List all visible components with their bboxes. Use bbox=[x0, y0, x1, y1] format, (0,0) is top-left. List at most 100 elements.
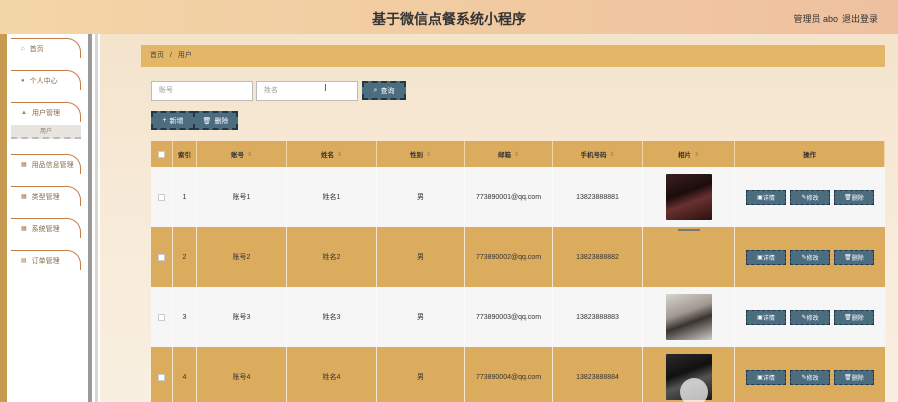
cell-phone: 13823888881 bbox=[553, 167, 643, 227]
logout-link[interactable]: 退出登录 bbox=[842, 12, 878, 25]
delete-button[interactable]: 🗑 删除 bbox=[834, 309, 874, 325]
detail-button[interactable]: ▣ 详情 bbox=[746, 249, 786, 265]
select-all-checkbox[interactable] bbox=[151, 141, 173, 167]
detail-button[interactable]: ▣ 详情 bbox=[746, 369, 786, 385]
cell-email: 773890003@qq.com bbox=[465, 287, 553, 347]
sidebar-item-label: 首页 bbox=[29, 45, 44, 53]
edit-label: 修改 bbox=[806, 255, 819, 262]
col-phone-label: 手机号码 bbox=[580, 152, 607, 159]
sidebar-item-order-management[interactable]: ▤ 订单管理 bbox=[11, 250, 81, 270]
col-phone[interactable]: 手机号码 ⇕ bbox=[553, 141, 643, 167]
sort-icon: ⇕ bbox=[513, 151, 520, 158]
sort-icon: ⇕ bbox=[425, 151, 432, 158]
cell-phone: 13823888883 bbox=[553, 287, 643, 347]
edit-button[interactable]: ✎ 修改 bbox=[790, 369, 830, 385]
sidebar-item-label: 系统管理 bbox=[31, 225, 60, 233]
cell-gender: 男 bbox=[377, 227, 465, 287]
sidebar-item-label: 用品信息管理 bbox=[31, 161, 74, 169]
sidebar-item-user-management[interactable]: ▲ 用户管理 bbox=[11, 102, 81, 122]
users-icon: ▲ bbox=[21, 109, 27, 116]
name-search-input[interactable]: 姓名 bbox=[256, 81, 358, 101]
detail-button[interactable]: ▣ 详情 bbox=[746, 309, 786, 325]
sidebar-item-label: 类型管理 bbox=[31, 193, 60, 201]
cell-account: 账号1 bbox=[197, 167, 287, 227]
col-name-label: 姓名 bbox=[320, 152, 334, 159]
table-row: 4 账号4 姓名4 男 773890004@qq.com 13823888884… bbox=[151, 347, 885, 402]
bulk-delete-button[interactable]: 🗑 删除 bbox=[193, 111, 238, 130]
table-header-row: 索引 账号 ⇕ 姓名 ⇕ 性别 ⇕ 邮箱 ⇕ 手机号码 ⇕ 相片 ⇕ 操作 bbox=[151, 141, 885, 167]
breadcrumb-home[interactable]: 首页 bbox=[150, 52, 164, 59]
delete-button[interactable]: 🗑 删除 bbox=[834, 249, 874, 265]
cell-index: 3 bbox=[173, 287, 197, 347]
account-search-input[interactable]: 账号 bbox=[151, 81, 253, 101]
col-account[interactable]: 账号 ⇕ bbox=[197, 141, 287, 167]
sidebar-item-personal-center[interactable]: ● 个人中心 bbox=[11, 70, 81, 90]
sidebar-scrollbar[interactable] bbox=[95, 34, 98, 402]
sidebar-accent-bar bbox=[0, 34, 7, 402]
current-user: 管理员 abo bbox=[793, 14, 838, 24]
top-bar: 基于微信点餐系统小程序 管理员 abo 退出登录 bbox=[0, 0, 898, 34]
delete-button[interactable]: 🗑 删除 bbox=[834, 369, 874, 385]
cell-name: 姓名4 bbox=[287, 347, 377, 402]
detail-label: 详情 bbox=[762, 195, 775, 202]
main-content: 首页 / 用户 账号 姓名 I ⌕ 查询 + 新增 🗑 删除 索引 账号 ⇕ 姓名… bbox=[108, 34, 898, 402]
cell-photo bbox=[643, 227, 735, 287]
cell-phone: 13823888882 bbox=[553, 227, 643, 287]
plus-icon: + bbox=[162, 117, 167, 124]
cell-actions: ▣ 详情 ✎ 修改 🗑 删除 bbox=[735, 287, 885, 347]
sidebar-item-label: 订单管理 bbox=[31, 257, 60, 265]
sidebar-item-label: 个人中心 bbox=[29, 77, 58, 85]
edit-label: 修改 bbox=[806, 195, 819, 202]
cell-account: 账号4 bbox=[197, 347, 287, 402]
row-checkbox[interactable] bbox=[151, 167, 173, 227]
sort-icon: ⇕ bbox=[246, 151, 253, 158]
text-cursor-icon: I bbox=[324, 83, 327, 94]
cell-actions: ▣ 详情 ✎ 修改 🗑 删除 bbox=[735, 167, 885, 227]
query-button[interactable]: ⌕ 查询 bbox=[362, 81, 406, 100]
col-photo[interactable]: 相片 ⇕ bbox=[643, 141, 735, 167]
edit-button[interactable]: ✎ 修改 bbox=[790, 189, 830, 205]
sidebar-item-home[interactable]: ⌂ 首页 bbox=[11, 38, 81, 58]
cell-index: 4 bbox=[173, 347, 197, 402]
col-actions: 操作 bbox=[735, 141, 885, 167]
cell-gender: 男 bbox=[377, 167, 465, 227]
row-checkbox[interactable] bbox=[151, 347, 173, 402]
order-icon: ▤ bbox=[21, 258, 27, 264]
app-title: 基于微信点餐系统小程序 bbox=[372, 11, 526, 27]
cell-phone: 13823888884 bbox=[553, 347, 643, 402]
sidebar-subitem-user[interactable]: 用户 bbox=[11, 125, 81, 139]
col-gender-label: 性别 bbox=[409, 152, 423, 159]
cell-index: 1 bbox=[173, 167, 197, 227]
person-icon: ● bbox=[21, 77, 25, 84]
bulk-delete-button-label: 删除 bbox=[214, 117, 229, 125]
edit-button[interactable]: ✎ 修改 bbox=[790, 249, 830, 265]
edit-label: 修改 bbox=[806, 375, 819, 382]
row-checkbox[interactable] bbox=[151, 287, 173, 347]
add-button-label: 新增 bbox=[169, 117, 184, 125]
sidebar-item-system-management[interactable]: ▦ 系统管理 bbox=[11, 218, 81, 238]
cell-index: 2 bbox=[173, 227, 197, 287]
sidebar-divider bbox=[88, 34, 92, 402]
trash-icon: 🗑 bbox=[844, 314, 852, 321]
add-button[interactable]: + 新增 bbox=[151, 111, 195, 130]
col-gender[interactable]: 性别 ⇕ bbox=[377, 141, 465, 167]
trash-icon: 🗑 bbox=[202, 117, 212, 125]
delete-label: 删除 bbox=[851, 315, 864, 322]
edit-button[interactable]: ✎ 修改 bbox=[790, 309, 830, 325]
col-name[interactable]: 姓名 ⇕ bbox=[287, 141, 377, 167]
col-email[interactable]: 邮箱 ⇕ bbox=[465, 141, 553, 167]
user-photo[interactable] bbox=[665, 294, 712, 340]
user-photo[interactable] bbox=[665, 174, 712, 220]
col-index: 索引 bbox=[173, 141, 197, 167]
sidebar-item-goods-management[interactable]: ▦ 用品信息管理 bbox=[11, 154, 81, 174]
sidebar-item-type-management[interactable]: ▦ 类型管理 bbox=[11, 186, 81, 206]
edit-label: 修改 bbox=[806, 315, 819, 322]
cell-name: 姓名1 bbox=[287, 167, 377, 227]
watermark-play-icon bbox=[680, 378, 708, 402]
delete-button[interactable]: 🗑 删除 bbox=[834, 189, 874, 205]
col-email-label: 邮箱 bbox=[497, 152, 511, 159]
cell-photo bbox=[643, 167, 735, 227]
row-checkbox[interactable] bbox=[151, 227, 173, 287]
detail-button[interactable]: ▣ 详情 bbox=[746, 189, 786, 205]
detail-label: 详情 bbox=[762, 315, 775, 322]
